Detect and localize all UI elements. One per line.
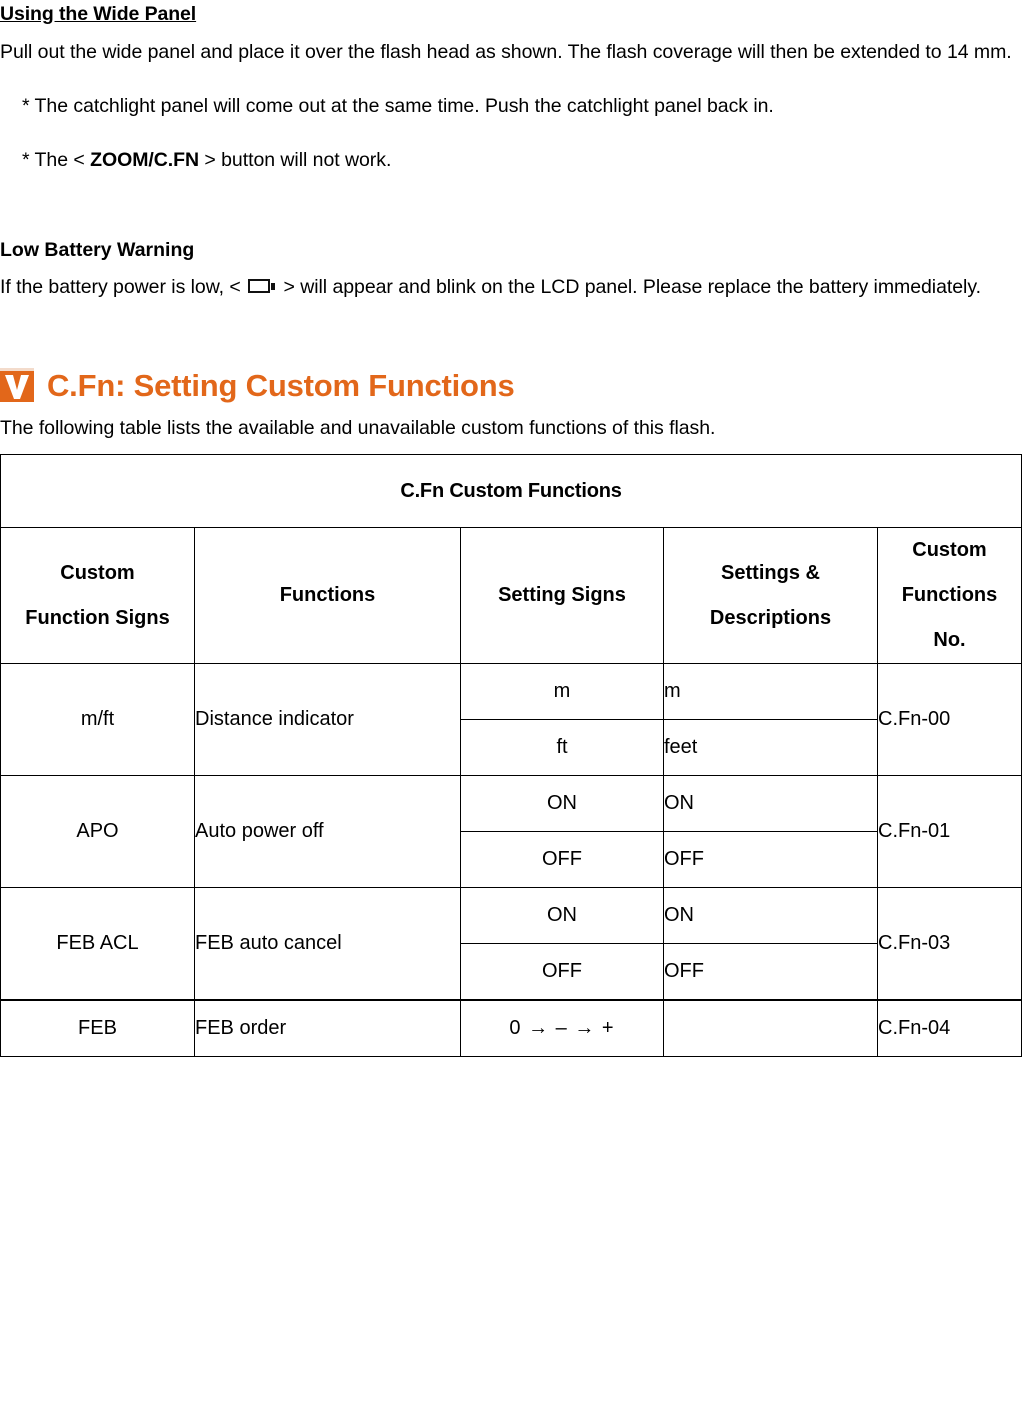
battery-terminal — [271, 283, 276, 290]
header-col5-line2: Functions — [901, 584, 998, 606]
table-row: m/ft Distance indicator m m C.Fn-00 — [0, 663, 1022, 776]
header-col1-line1: Custom — [60, 561, 135, 584]
header-col1-line2: Function Signs — [25, 606, 170, 629]
row-setting-description: m — [663, 663, 878, 720]
table-row: APO Auto power off ON ON C.Fn-01 — [0, 775, 1022, 888]
battery-body — [248, 279, 271, 293]
wide-panel-bullet-1: * The catchlight panel will come out at … — [22, 94, 774, 117]
custom-functions-title: C.Fn: Setting Custom Functions — [47, 367, 515, 403]
custom-functions-intro: The following table lists the available … — [0, 417, 716, 439]
section-low-battery: Low Battery Warning If the battery power… — [0, 238, 1022, 315]
row-setting-sign: m — [460, 663, 664, 720]
row-function: Distance indicator — [194, 663, 461, 776]
header-custom-functions-no: Custom Functions No. — [877, 527, 1022, 664]
row-setting-description: ON — [663, 887, 878, 944]
header-custom-function-signs: Custom Function Signs — [0, 527, 195, 664]
document-page: Using the Wide Panel Pull out the wide p… — [0, 0, 1022, 1420]
header-functions: Functions — [194, 527, 461, 664]
wide-panel-paragraph: Pull out the wide panel and place it ove… — [0, 40, 1012, 63]
wide-panel-bullet-2: * The < ZOOM/C.FN > button will not work… — [0, 133, 1022, 187]
row-setting-sign: 0 → – → + — [460, 999, 664, 1057]
table-title-row: C.Fn Custom Functions — [0, 454, 1022, 528]
row-setting-sign: OFF — [460, 943, 664, 1001]
row-setting-description — [663, 999, 878, 1057]
row-setting-description: feet — [663, 719, 878, 776]
row-function: FEB order — [194, 999, 461, 1057]
row-setting-sign: OFF — [460, 831, 664, 888]
low-battery-heading: Low Battery Warning — [0, 238, 195, 261]
row-sign: APO — [0, 775, 195, 888]
row-function: Auto power off — [194, 775, 461, 888]
row-setting-description: OFF — [663, 943, 878, 1001]
table-header-row: Custom Function Signs Functions Setting … — [0, 527, 1022, 664]
row-setting-sign: ON — [460, 775, 664, 832]
table-row: FEB ACL FEB auto cancel ON ON C.Fn-03 — [0, 887, 1022, 1001]
row-cfn-number: C.Fn-04 — [877, 999, 1022, 1057]
row-setting-description: OFF — [663, 831, 878, 888]
row-sign: FEB — [0, 999, 195, 1057]
low-battery-text-before: If the battery power is low, < — [0, 276, 247, 298]
header-col4-line1: Settings & — [721, 561, 820, 584]
row-setting-sign: ON — [460, 887, 664, 944]
row-setting-sign: ft — [460, 719, 664, 776]
low-battery-paragraph: If the battery power is low, < > will ap… — [0, 260, 1022, 314]
custom-functions-section-header: C.Fn: Setting Custom Functions — [0, 368, 1022, 402]
row-sign: FEB ACL — [0, 887, 195, 1001]
header-setting-signs: Setting Signs — [460, 527, 664, 664]
row-setting-description: ON — [663, 775, 878, 832]
zoom-cfn-button-label: ZOOM/C.FN — [90, 148, 200, 171]
row-cfn-number: C.Fn-03 — [877, 887, 1022, 1001]
table-row: FEB FEB order 0 → – → + C.Fn-04 — [0, 999, 1022, 1057]
row-cfn-number: C.Fn-01 — [877, 775, 1022, 888]
row-function: FEB auto cancel — [194, 887, 461, 1001]
wide-panel-heading: Using the Wide Panel — [0, 3, 197, 25]
header-col4-line2: Descriptions — [709, 606, 832, 629]
cfn-custom-functions-table: C.Fn Custom Functions Custom Function Si… — [0, 454, 1022, 1057]
bullet-2-post: > button will not work. — [199, 148, 392, 171]
section-spacer-2 — [0, 314, 1022, 368]
section-wide-panel: Using the Wide Panel Pull out the wide p… — [0, 0, 1022, 187]
bullet-2-pre: * The < — [22, 148, 91, 171]
header-col5-line1: Custom — [912, 539, 987, 561]
table-title: C.Fn Custom Functions — [0, 454, 1022, 528]
low-battery-text-after: > will appear and blink on the LCD panel… — [278, 276, 981, 298]
header-settings-descriptions: Settings & Descriptions — [663, 527, 878, 664]
header-col5-line3: No. — [933, 629, 966, 651]
row-cfn-number: C.Fn-00 — [877, 663, 1022, 776]
battery-empty-icon — [248, 279, 276, 295]
row-sign: m/ft — [0, 663, 195, 776]
orange-checkmark-icon — [0, 368, 34, 402]
